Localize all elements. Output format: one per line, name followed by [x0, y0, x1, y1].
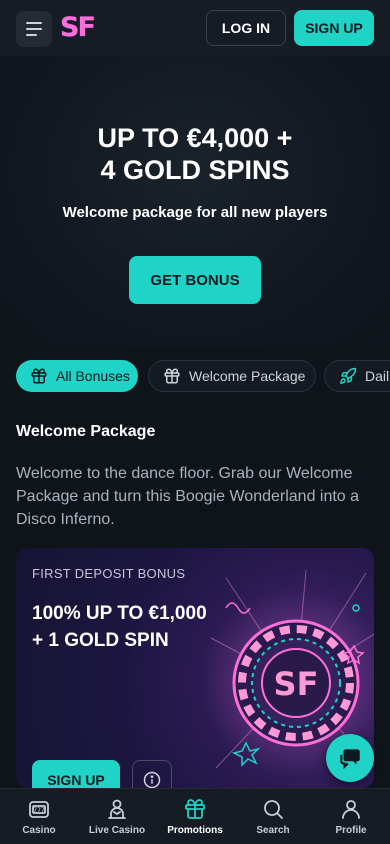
promo-card-title-line-1: 100% UP TO €1,000	[32, 603, 207, 624]
promo-card-label: FIRST DEPOSIT BONUS	[32, 566, 186, 581]
section-description: Welcome to the dance floor. Grab our Wel…	[16, 465, 360, 528]
nav-label: Search	[256, 825, 290, 836]
brand-logo[interactable]: SF	[60, 10, 100, 46]
gift-box-icon	[31, 368, 47, 384]
user-icon	[342, 800, 360, 819]
search-icon	[264, 800, 283, 819]
nav-item-casino[interactable]: 777 Casino	[0, 797, 78, 841]
svg-text:777: 777	[33, 807, 45, 814]
info-icon	[143, 771, 161, 788]
filter-chip-daily[interactable]: Dail	[324, 360, 390, 392]
slot-machine-icon: 777	[29, 801, 49, 818]
filter-chip-all-bonuses[interactable]: All Bonuses	[16, 360, 138, 392]
hero-subtitle: Welcome package for all new players	[62, 204, 328, 221]
promotion-filter-bar[interactable]: All Bonuses Welcome Package Dail	[16, 360, 390, 392]
filter-chip-label: Dail	[365, 368, 390, 384]
nav-item-live-casino[interactable]: Live Casino	[78, 797, 156, 841]
rocket-icon	[340, 367, 357, 384]
bottom-navigation: 777 Casino Live Casino Promotions Search…	[0, 788, 390, 844]
nav-item-search[interactable]: Search	[234, 797, 312, 841]
promo-info-button[interactable]	[132, 760, 172, 788]
filter-chip-welcome-package[interactable]: Welcome Package	[148, 360, 316, 392]
filter-chip-label: All Bonuses	[56, 368, 130, 384]
login-button[interactable]: LOG IN	[206, 10, 286, 46]
filter-chip-label: Welcome Package	[189, 368, 306, 384]
live-chat-button[interactable]	[326, 734, 374, 782]
hero-banner: UP TO €4,000 + 4 GOLD SPINS Welcome pack…	[0, 56, 390, 346]
nav-label: Profile	[335, 825, 367, 836]
top-header: SF LOG IN SIGN UP	[0, 0, 390, 56]
promo-card-title: 100% UP TO €1,000 + 1 GOLD SPIN	[32, 600, 207, 654]
hero-title-line-2: 4 GOLD SPINS	[100, 155, 290, 185]
nav-label: Casino	[22, 825, 56, 836]
promo-card-title-line-2: + 1 GOLD SPIN	[32, 630, 169, 651]
nav-item-profile[interactable]: Profile	[312, 797, 390, 841]
dealer-icon	[108, 799, 126, 819]
get-bonus-button[interactable]: GET BONUS	[129, 256, 261, 304]
gift-icon	[185, 799, 205, 819]
promo-card[interactable]: SF FIRST DEPOSIT BONUS 100% UP TO €1,000…	[16, 548, 374, 788]
nav-label: Promotions	[167, 825, 223, 836]
gift-icon	[164, 368, 180, 384]
signup-button[interactable]: SIGN UP	[294, 10, 374, 46]
menu-button[interactable]	[16, 11, 52, 47]
hamburger-icon	[26, 22, 42, 36]
nav-label: Live Casino	[88, 825, 146, 836]
section-title: Welcome Package	[16, 423, 156, 440]
chip-logo-text: SF	[274, 665, 319, 703]
hero-title-line-1: UP TO €4,000 +	[97, 123, 293, 153]
chat-bubbles-icon	[340, 749, 360, 770]
nav-item-promotions[interactable]: Promotions	[156, 797, 234, 841]
promo-signup-button[interactable]: SIGN UP	[32, 760, 120, 788]
hero-title: UP TO €4,000 + 4 GOLD SPINS	[0, 122, 390, 186]
